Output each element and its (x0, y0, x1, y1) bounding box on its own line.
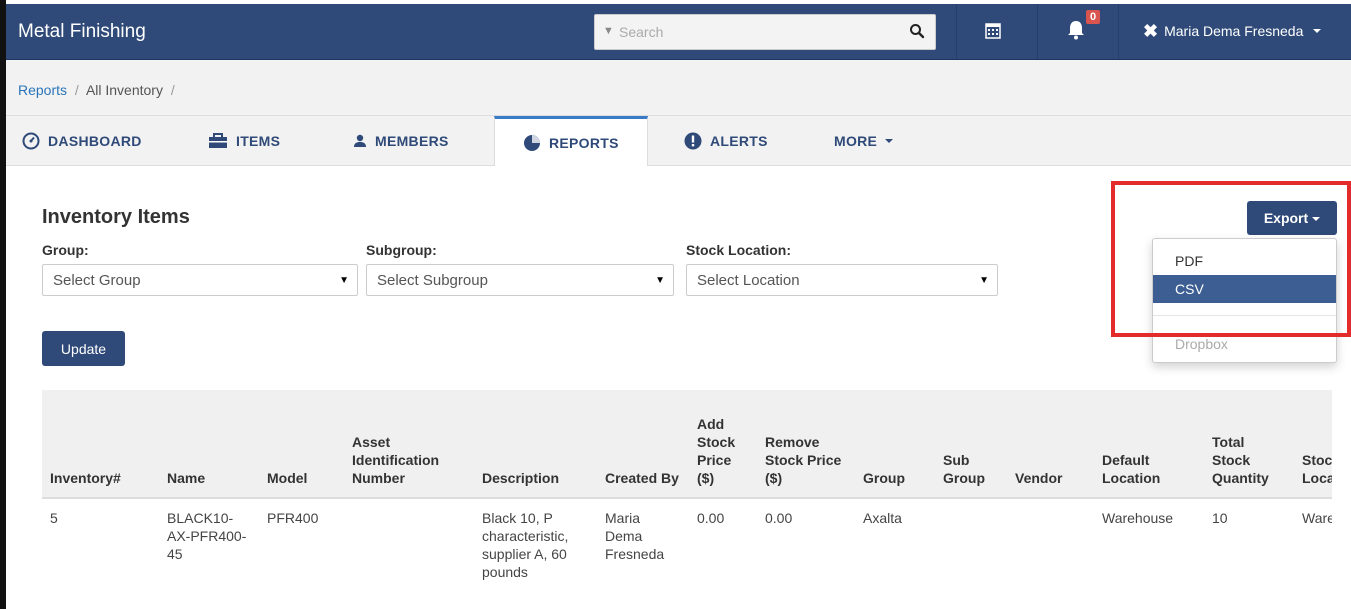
dashboard-icon (22, 132, 40, 150)
breadcrumb-separator: / (170, 82, 175, 98)
table-cell: 0.00 (697, 510, 725, 526)
chevron-down-icon[interactable]: ▼ (603, 25, 614, 37)
group-select[interactable]: Select Group ▼ (42, 264, 358, 296)
breadcrumb-separator: / (74, 82, 79, 98)
tab-label: MORE (834, 133, 878, 149)
column-header[interactable]: Default Location (1094, 390, 1204, 499)
table-cell: Axalta (863, 510, 902, 526)
exclamation-icon (684, 132, 702, 150)
group-select-value: Select Group (53, 272, 141, 289)
select-arrow-icon: ▼ (655, 275, 665, 286)
user-icon (353, 134, 367, 148)
tab-dashboard[interactable]: DASHBOARD (22, 116, 142, 166)
tab-members[interactable]: MEMBERS (353, 116, 449, 166)
notification-badge: 0 (1086, 10, 1101, 24)
bell-icon[interactable] (1067, 20, 1085, 43)
breadcrumb-current: All Inventory (85, 82, 163, 98)
breadcrumb: Reports / All Inventory / (18, 82, 179, 98)
column-header[interactable]: Add Stock Price ($) (689, 390, 757, 499)
table-cell: Warehouse (1302, 510, 1332, 526)
main-content: Inventory Items Group: Select Group ▼ Su… (6, 166, 1351, 609)
column-header[interactable]: Inventory# (42, 390, 159, 499)
column-header[interactable]: Created By (597, 390, 689, 499)
nav-divider (956, 4, 957, 59)
nav-divider (1037, 4, 1038, 59)
caret-down-icon (885, 139, 894, 143)
table-cell: PFR400 (267, 510, 319, 526)
tab-label: ALERTS (710, 133, 768, 149)
table-cell: 0.00 (765, 510, 793, 526)
column-header[interactable]: Vendor (1007, 390, 1094, 499)
tools-icon: ✖ (1143, 21, 1159, 41)
pie-chart-icon (523, 134, 541, 152)
select-arrow-icon: ▼ (979, 275, 989, 286)
tab-label: REPORTS (549, 134, 619, 151)
column-header[interactable]: Group (855, 390, 935, 499)
top-navbar: Metal Finishing ▼ Search 0 ✖ Maria Dema … (6, 4, 1351, 60)
column-header[interactable]: Remove Stock Price ($) (757, 390, 855, 499)
column-header[interactable]: Asset Identification Number (344, 390, 474, 499)
subgroup-select[interactable]: Select Subgroup ▼ (366, 264, 674, 296)
table-cell: 10 (1212, 510, 1228, 526)
table-cell (1007, 498, 1094, 591)
inventory-table: Inventory# Name Model Asset Identificati… (42, 390, 1332, 591)
tab-more[interactable]: MORE (834, 116, 894, 166)
inventory-table-container: Inventory# Name Model Asset Identificati… (42, 390, 1332, 609)
search-box[interactable]: ▼ Search (594, 14, 936, 50)
group-label: Group: (42, 242, 89, 258)
column-header[interactable]: Name (159, 390, 259, 499)
search-input[interactable]: Search (619, 24, 663, 40)
breadcrumb-bar: Reports / All Inventory / (6, 60, 1351, 116)
user-name: Maria Dema Fresneda (1164, 23, 1304, 39)
column-header[interactable]: Total Stock Quantity (1204, 390, 1294, 499)
column-header[interactable]: Stock Location (1294, 390, 1332, 499)
table-cell (344, 498, 474, 591)
calendar-icon[interactable] (985, 22, 1001, 42)
column-header[interactable]: Model (259, 390, 344, 499)
breadcrumb-reports-link[interactable]: Reports (18, 82, 67, 98)
search-icon[interactable] (909, 23, 925, 42)
tab-alerts[interactable]: ALERTS (684, 116, 768, 166)
table-cell: Maria Dema Fresneda (605, 510, 665, 562)
tab-reports[interactable]: REPORTS (494, 116, 648, 167)
app-title[interactable]: Metal Finishing (18, 21, 146, 43)
chevron-down-icon (1313, 29, 1322, 33)
update-button[interactable]: Update (42, 331, 125, 366)
tab-label: DASHBOARD (48, 133, 142, 149)
subgroup-select-value: Select Subgroup (377, 272, 488, 289)
nav-divider (1118, 4, 1119, 59)
user-menu[interactable]: ✖ Maria Dema Fresneda (1143, 21, 1322, 41)
column-header[interactable]: Description (474, 390, 597, 499)
column-header[interactable]: Sub Group (935, 390, 1007, 499)
page-title: Inventory Items (42, 206, 190, 228)
tab-label: ITEMS (236, 133, 281, 149)
table-cell: Black 10, P characteristic, supplier A, … (482, 510, 569, 580)
main-tabs: DASHBOARD ITEMS MEMBERS REPORTS ALERTS M… (6, 116, 1351, 167)
tab-label: MEMBERS (375, 133, 449, 149)
subgroup-label: Subgroup: (366, 242, 437, 258)
stock-location-select-value: Select Location (697, 272, 800, 289)
tab-items[interactable]: ITEMS (208, 116, 280, 166)
briefcase-icon (208, 133, 228, 149)
table-header-row: Inventory# Name Model Asset Identificati… (42, 390, 1332, 499)
stock-location-label: Stock Location: (686, 242, 792, 258)
table-cell: 5 (50, 510, 58, 526)
table-cell: Warehouse (1102, 510, 1174, 526)
table-cell (935, 498, 1007, 591)
table-row[interactable]: 5 BLACK10-AX-PFR400-45 PFR400 Black 10, … (42, 498, 1332, 591)
highlight-box (1111, 181, 1351, 337)
table-cell: BLACK10-AX-PFR400-45 (167, 510, 247, 562)
select-arrow-icon: ▼ (339, 275, 349, 286)
stock-location-select[interactable]: Select Location ▼ (686, 264, 998, 296)
